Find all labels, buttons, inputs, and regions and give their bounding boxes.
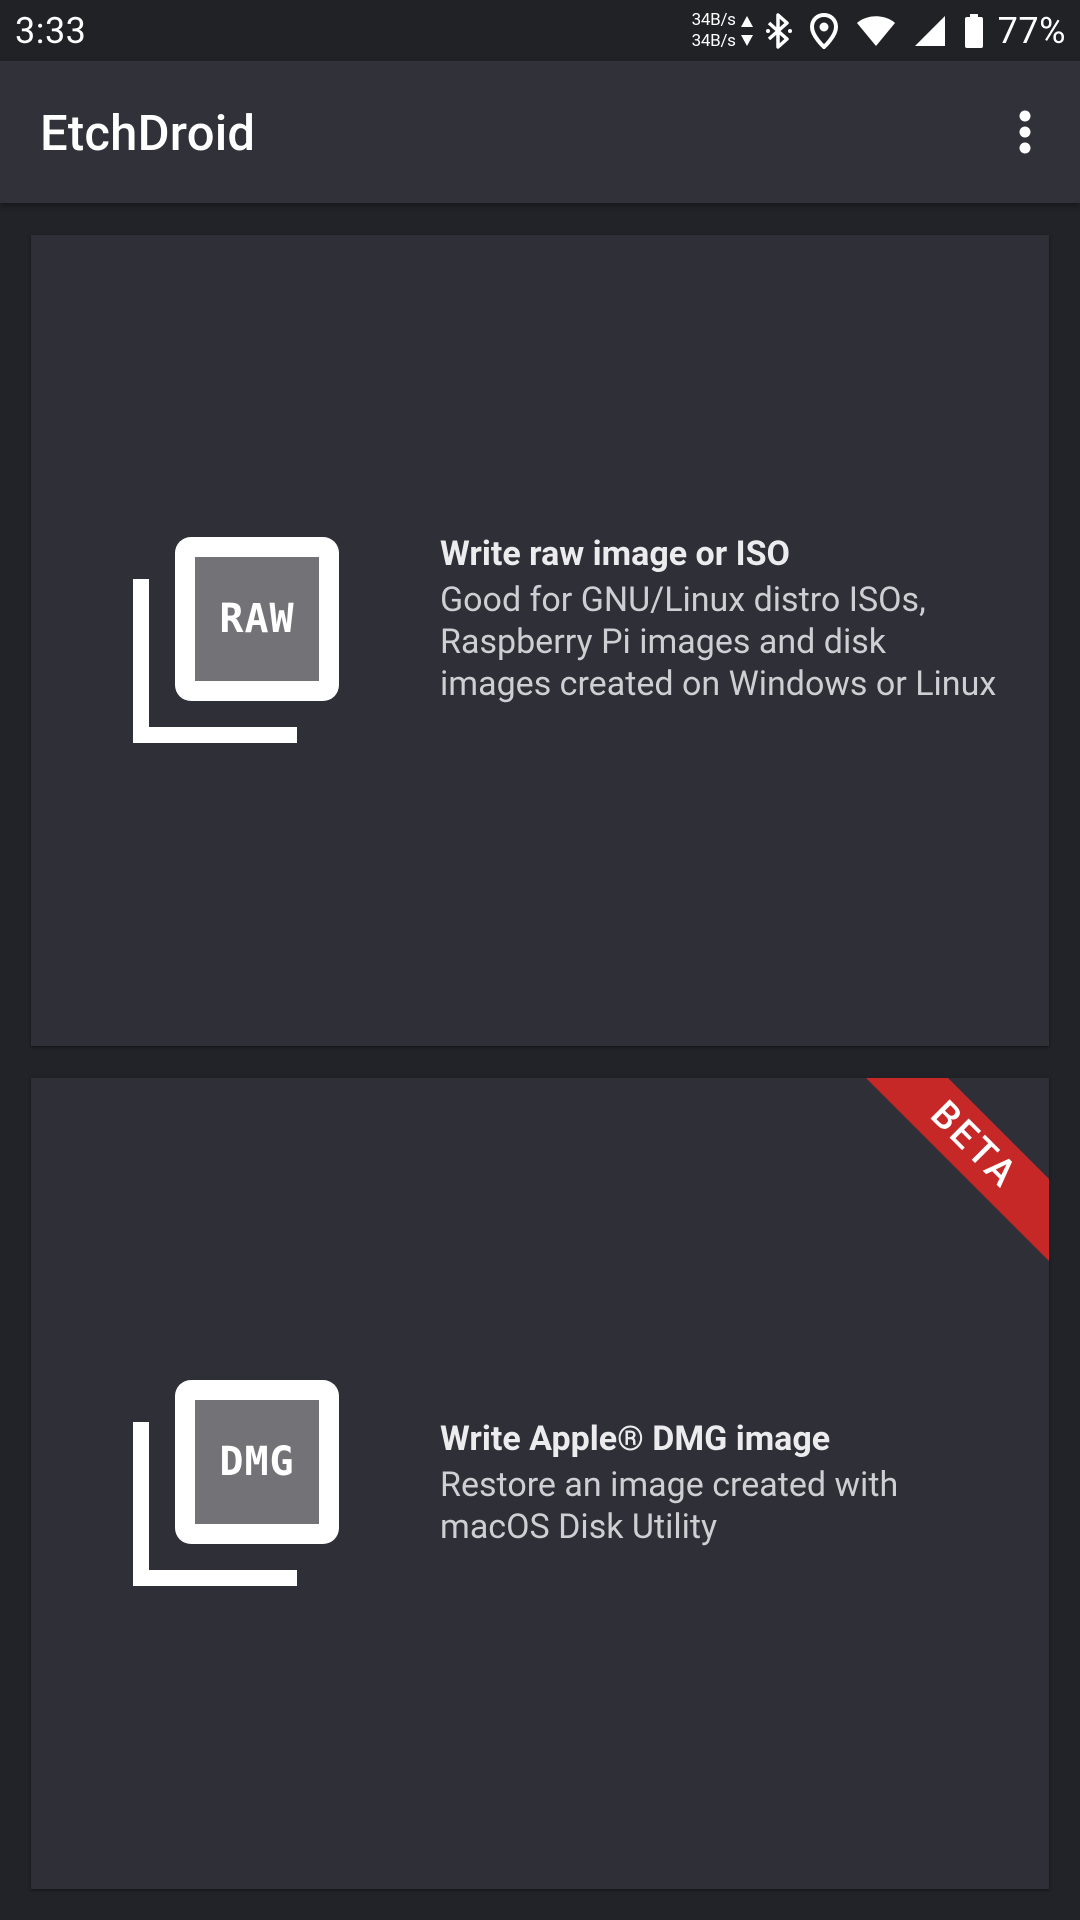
dmg-icon-label: DMG [195,1400,319,1524]
app-bar: EtchDroid [0,61,1080,203]
net-up-speed: 34B/s [691,9,736,30]
dmg-image-icon: DMG [133,1380,339,1586]
cell-signal-icon [914,15,946,47]
bluetooth-icon [765,12,792,49]
status-time: 3:33 [15,10,87,52]
card-description: Restore an image created with macOS Disk… [440,1465,899,1547]
network-speed: 34B/s 34B/s [692,10,736,52]
card-text: Write raw image or ISO Good for GNU/Linu… [440,533,1000,705]
battery-percentage: 77% [997,9,1066,52]
card-title: Write raw image or ISO [440,534,790,574]
network-speed-arrows-icon [740,15,754,47]
wifi-icon [856,15,896,47]
beta-badge: BETA [850,1078,1049,1269]
status-icons: 34B/s 34B/s 77% [692,0,1066,61]
card-title: Write Apple® DMG image [440,1419,831,1459]
battery-icon [964,13,984,49]
status-bar: 3:33 34B/s 34B/s 77% [0,0,1080,61]
more-vert-icon[interactable] [986,93,1064,171]
write-raw-image-card[interactable]: RAW Write raw image or ISO Good for GNU/… [31,235,1049,1046]
location-icon [809,12,838,49]
raw-icon-label: RAW [195,557,319,681]
card-text: Write Apple® DMG image Restore an image … [440,1418,1000,1548]
net-down-speed: 34B/s [691,30,736,51]
raw-image-icon: RAW [133,537,339,743]
card-description: Good for GNU/Linux distro ISOs, Raspberr… [440,580,997,704]
app-title: EtchDroid [40,105,256,162]
write-dmg-image-card[interactable]: BETA DMG Write Apple® DMG image Restore … [31,1078,1049,1889]
